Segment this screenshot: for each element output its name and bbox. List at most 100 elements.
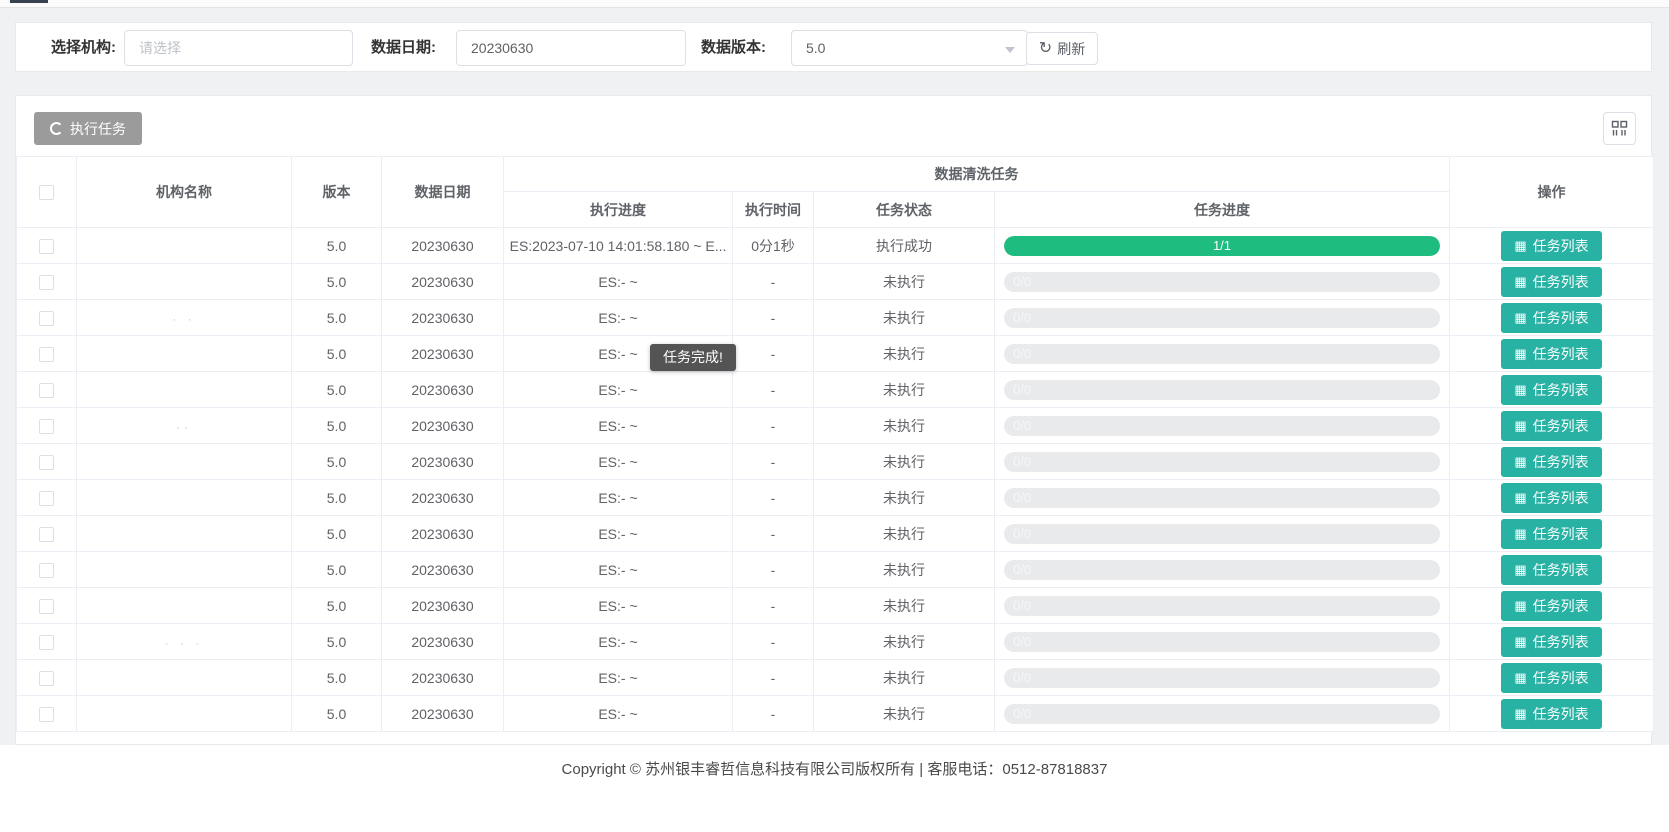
grid-icon: ▦ [1514, 563, 1526, 576]
column-settings-icon [1611, 120, 1628, 137]
data-date-input[interactable]: 20230630 [456, 30, 686, 66]
task-list-button-label: 任务列表 [1533, 308, 1589, 328]
copyright-text: Copyright © 苏州银丰睿哲信息科技有限公司版权所有 | 客服电话：05… [562, 761, 1108, 778]
task-progress-cell: 0/0 [995, 624, 1450, 660]
progress-bar: 0/0 [1004, 632, 1440, 652]
row-checkbox[interactable] [39, 239, 54, 254]
version-cell: 5.0 [292, 480, 382, 516]
task-list-button-label: 任务列表 [1533, 452, 1589, 472]
task-list-button-label: 任务列表 [1533, 344, 1589, 364]
status-cell: 未执行 [814, 660, 995, 696]
exec-time-cell: - [733, 588, 814, 624]
progress-bar: 0/0 [1004, 452, 1440, 472]
org-select-label: 选择机构: [51, 23, 116, 73]
data-date-label: 数据日期: [371, 23, 436, 73]
task-list-button[interactable]: ▦ 任务列表 [1501, 411, 1601, 441]
task-list-button[interactable]: ▦ 任务列表 [1501, 519, 1601, 549]
progress-bar-text: 0/0 [1004, 560, 1440, 580]
table-row: 5.0 20230630 ES:- ~ - 未执行 0/0 ▦ 任务列表 [17, 552, 1654, 588]
status-cell: 未执行 [814, 516, 995, 552]
grid-icon: ▦ [1514, 599, 1526, 612]
status-cell: 未执行 [814, 372, 995, 408]
org-name-cell [77, 480, 292, 516]
column-settings-button[interactable] [1603, 112, 1636, 145]
task-progress-cell: 0/0 [995, 552, 1450, 588]
task-progress-cell: 1/1 [995, 228, 1450, 264]
version-cell: 5.0 [292, 408, 382, 444]
select-all-checkbox[interactable] [39, 185, 54, 200]
task-list-button-label: 任务列表 [1533, 236, 1589, 256]
row-checkbox[interactable] [39, 311, 54, 326]
date-cell: 20230630 [382, 444, 504, 480]
progress-bar: 0/0 [1004, 416, 1440, 436]
task-list-button[interactable]: ▦ 任务列表 [1501, 483, 1601, 513]
task-list-button[interactable]: ▦ 任务列表 [1501, 375, 1601, 405]
progress-bar: 1/1 [1004, 236, 1440, 256]
task-progress-cell: 0/0 [995, 696, 1450, 732]
org-select-input[interactable]: 请选择 [124, 30, 353, 66]
refresh-button[interactable]: ↻ 刷新 [1026, 32, 1098, 65]
task-progress-cell: 0/0 [995, 408, 1450, 444]
date-cell: 20230630 [382, 516, 504, 552]
task-list-button[interactable]: ▦ 任务列表 [1501, 447, 1601, 477]
task-list-button[interactable]: ▦ 任务列表 [1501, 699, 1601, 729]
row-checkbox[interactable] [39, 599, 54, 614]
version-cell: 5.0 [292, 660, 382, 696]
exec-time-cell: - [733, 516, 814, 552]
row-checkbox-cell [17, 552, 77, 588]
task-list-button[interactable]: ▦ 任务列表 [1501, 555, 1601, 585]
exec-progress-cell: ES:- ~ [504, 696, 733, 732]
date-cell: 20230630 [382, 624, 504, 660]
row-checkbox[interactable] [39, 491, 54, 506]
row-checkbox[interactable] [39, 419, 54, 434]
task-list-button[interactable]: ▦ 任务列表 [1501, 627, 1601, 657]
task-progress-cell: 0/0 [995, 336, 1450, 372]
task-list-button[interactable]: ▦ 任务列表 [1501, 267, 1601, 297]
row-checkbox[interactable] [39, 635, 54, 650]
task-list-button[interactable]: ▦ 任务列表 [1501, 663, 1601, 693]
table-row: · · · 5.0 20230630 ES:- ~ - 未执行 0/0 ▦ 任务… [17, 624, 1654, 660]
header-org: 机构名称 [77, 157, 292, 228]
action-cell: ▦ 任务列表 [1450, 336, 1654, 372]
task-list-button[interactable]: ▦ 任务列表 [1501, 303, 1601, 333]
version-cell: 5.0 [292, 696, 382, 732]
row-checkbox[interactable] [39, 275, 54, 290]
row-checkbox[interactable] [39, 563, 54, 578]
row-checkbox[interactable] [39, 383, 54, 398]
date-cell: 20230630 [382, 660, 504, 696]
task-list-button[interactable]: ▦ 任务列表 [1501, 339, 1601, 369]
task-table-panel: 执行任务 机构名称 版本 数据日期 数据清洗任务 操作 [15, 95, 1652, 745]
exec-progress-cell: ES:- ~ [504, 372, 733, 408]
progress-bar: 0/0 [1004, 596, 1440, 616]
row-checkbox[interactable] [39, 527, 54, 542]
progress-bar-text: 0/0 [1004, 488, 1440, 508]
header-group-cleaning-task: 数据清洗任务 [504, 157, 1450, 192]
status-cell: 未执行 [814, 408, 995, 444]
data-version-select[interactable]: 5.0 [791, 30, 1028, 66]
task-progress-cell: 0/0 [995, 372, 1450, 408]
task-list-button-label: 任务列表 [1533, 488, 1589, 508]
status-cell: 未执行 [814, 336, 995, 372]
org-name-cell [77, 516, 292, 552]
grid-icon: ▦ [1514, 419, 1526, 432]
version-cell: 5.0 [292, 264, 382, 300]
exec-progress-cell: ES:- ~ [504, 552, 733, 588]
row-checkbox[interactable] [39, 347, 54, 362]
action-cell: ▦ 任务列表 [1450, 696, 1654, 732]
task-list-button-label: 任务列表 [1533, 596, 1589, 616]
task-list-button-label: 任务列表 [1533, 272, 1589, 292]
date-cell: 20230630 [382, 264, 504, 300]
exec-progress-cell: ES:- ~ [504, 660, 733, 696]
progress-bar: 0/0 [1004, 488, 1440, 508]
org-name-text: ·· [176, 420, 192, 434]
row-checkbox[interactable] [39, 455, 54, 470]
task-list-button[interactable]: ▦ 任务列表 [1501, 231, 1601, 261]
execute-task-button[interactable]: 执行任务 [34, 112, 142, 145]
row-checkbox[interactable] [39, 671, 54, 686]
task-list-button[interactable]: ▦ 任务列表 [1501, 591, 1601, 621]
header-date: 数据日期 [382, 157, 504, 228]
action-cell: ▦ 任务列表 [1450, 300, 1654, 336]
date-cell: 20230630 [382, 480, 504, 516]
action-cell: ▦ 任务列表 [1450, 516, 1654, 552]
row-checkbox[interactable] [39, 707, 54, 722]
